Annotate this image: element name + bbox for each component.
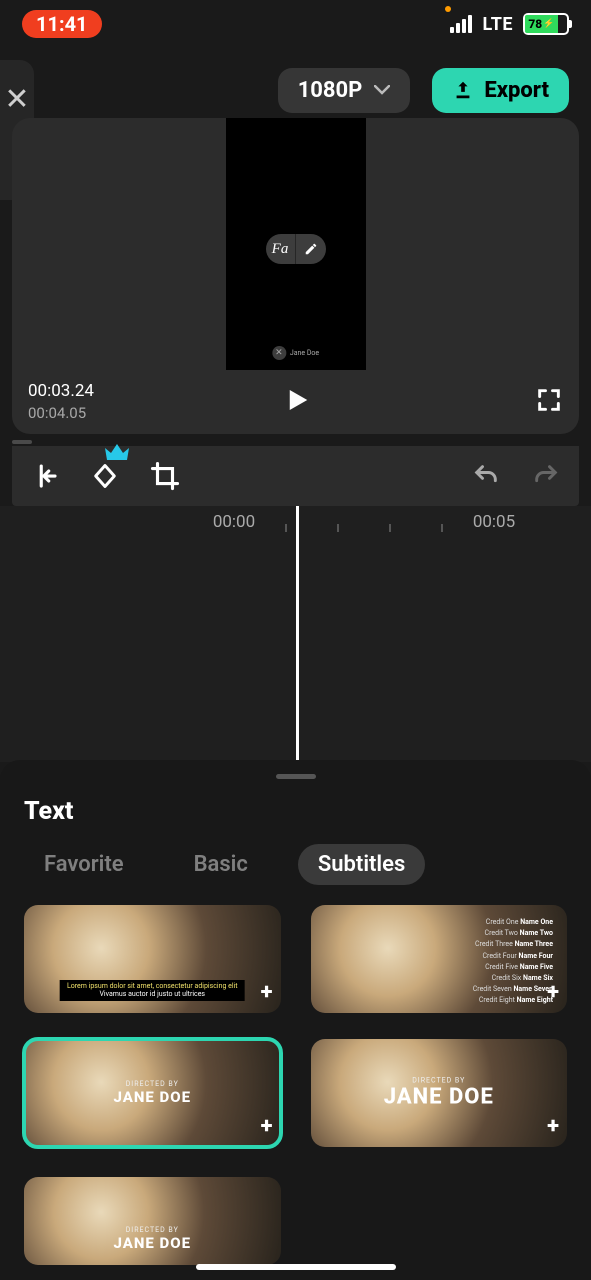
undo-button[interactable] [469,459,503,493]
collapse-left-button[interactable] [28,459,62,493]
template-grid: Lorem ipsum dolor sit amet, consectetur … [24,905,567,1265]
export-button[interactable]: Export [432,68,569,113]
play-icon [281,385,311,415]
top-bar: 1080P Export [0,60,591,120]
template-credits-roll[interactable]: Credit One Name One Credit Two Name Two … [311,905,568,1013]
redo-button[interactable] [529,459,563,493]
template-directed-big[interactable]: DIRECTED BY JANE DOE + [311,1039,568,1147]
timeline[interactable]: 00:00 00:05 [0,506,591,762]
tab-favorite[interactable]: Favorite [24,844,144,885]
preview-pane: Fa ✕ Jane Doe 00:03.24 00:04.05 [12,118,579,434]
video-canvas[interactable]: Fa ✕ Jane Doe [226,118,366,370]
template-directed-small[interactable]: DIRECTED BY JANE DOE + [24,1039,281,1147]
fullscreen-icon [535,386,563,414]
template-title: JANE DOE [113,1088,191,1106]
network-label: LTE [482,14,513,35]
current-time: 00:03.24 [28,381,94,402]
status-bar: 11:41 LTE 78⚡ [0,0,591,48]
playhead[interactable] [296,506,299,762]
export-label: Export [484,78,549,103]
tab-basic[interactable]: Basic [174,844,268,885]
play-button[interactable] [281,385,311,419]
add-icon[interactable]: + [547,1114,559,1139]
panel-title: Text [24,797,567,826]
status-time: 11:41 [22,10,102,38]
template-subtitle: DIRECTED BY [113,1080,191,1088]
fullscreen-button[interactable] [535,386,563,418]
signal-icon [450,15,472,33]
tab-bar: Favorite Basic Subtitles [24,844,567,885]
lorem-line2: Vivamus auctor id justo ut ultrices [64,990,241,999]
template-title: JANE DOE [113,1234,191,1252]
drag-handle[interactable] [12,440,32,444]
canvas-caption: ✕ Jane Doe [272,346,319,360]
keyframe-button[interactable] [88,459,122,493]
sheet-handle[interactable] [276,774,316,779]
template-title: JANE DOE [384,1085,494,1110]
tab-subtitles[interactable]: Subtitles [298,844,425,885]
lorem-line1: Lorem ipsum dolor sit amet, consectetur … [64,982,241,991]
add-icon[interactable]: + [261,980,273,1005]
add-icon[interactable]: + [547,980,559,1005]
battery-icon: 78⚡ [523,13,569,35]
upload-icon [452,79,474,101]
toolbar [12,446,579,506]
total-time: 00:04.05 [28,404,94,423]
template-lorem-subtitle[interactable]: Lorem ipsum dolor sit amet, consectetur … [24,905,281,1013]
text-panel: Text Favorite Basic Subtitles Lorem ipsu… [0,760,591,1280]
crop-button[interactable] [148,459,182,493]
home-indicator[interactable] [196,1264,396,1270]
time-display: 00:03.24 00:04.05 [28,381,94,423]
close-small-icon[interactable]: ✕ [272,346,286,360]
ruler-start: 00:00 [213,512,255,532]
font-style-icon[interactable]: Fa [266,234,296,264]
text-edit-pill[interactable]: Fa [266,234,326,264]
resolution-selector[interactable]: 1080P [278,68,411,113]
add-icon[interactable]: + [261,1114,273,1139]
premium-crown-icon [104,444,130,462]
recording-dot [445,6,451,12]
resolution-label: 1080P [298,78,363,103]
edit-pencil-icon[interactable] [296,234,326,264]
template-subtitle: DIRECTED BY [384,1077,494,1085]
template-subtitle: DIRECTED BY [113,1226,191,1234]
ruler-end: 00:05 [473,512,515,532]
chevron-down-icon [374,85,390,95]
template-directed-alt[interactable]: DIRECTED BY JANE DOE [24,1177,281,1265]
credits-list: Credit One Name One Credit Two Name Two … [473,917,553,1007]
